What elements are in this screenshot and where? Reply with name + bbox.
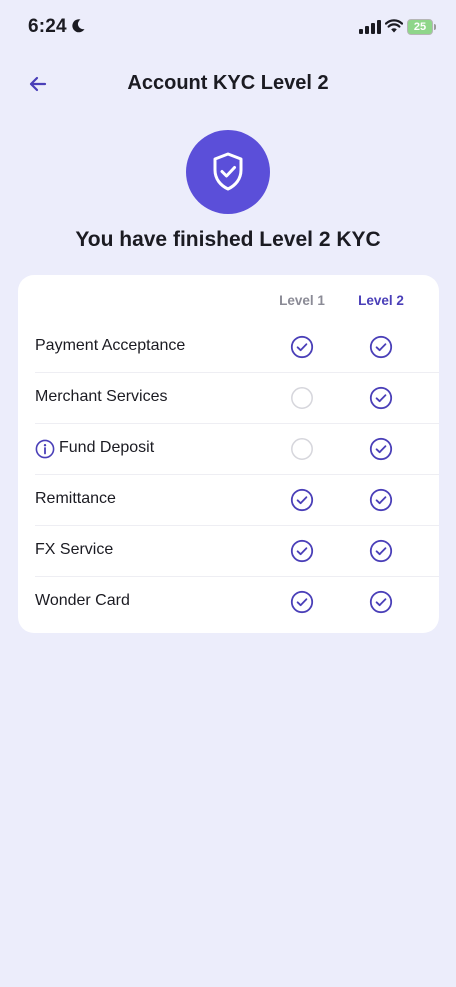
table-row-remittance: Remittance xyxy=(18,475,439,526)
feature-label: Fund Deposit xyxy=(59,439,155,456)
table-row-fund-deposit: Fund Deposit xyxy=(18,424,439,475)
level-1-empty-circle-icon xyxy=(290,386,314,410)
feature-label: Payment Acceptance xyxy=(35,337,186,354)
table-row-merchant-services: Merchant Services xyxy=(18,373,439,424)
status-bar: 6:24 25 xyxy=(0,0,456,54)
level-2-check-icon xyxy=(369,539,393,563)
table-row-payment-acceptance: Payment Acceptance xyxy=(18,322,439,373)
table-row-wonder-card: Wonder Card xyxy=(18,577,439,628)
level-1-check-icon xyxy=(290,488,314,512)
feature-label: Merchant Services xyxy=(35,388,168,405)
wifi-icon xyxy=(385,19,403,33)
column-header-level-2: Level 2 xyxy=(358,293,404,308)
level-2-check-icon xyxy=(369,590,393,614)
info-icon[interactable] xyxy=(35,439,55,459)
moon-icon xyxy=(72,19,85,33)
level-1-check-icon xyxy=(290,539,314,563)
kyc-feature-table: Level 1 Level 2 Payment Acceptance Merch… xyxy=(18,275,439,633)
feature-label: FX Service xyxy=(35,541,114,558)
column-header-level-1: Level 1 xyxy=(279,293,325,308)
completion-message: You have finished Level 2 KYC xyxy=(75,228,381,251)
level-1-check-icon xyxy=(290,590,314,614)
level-2-check-icon xyxy=(369,437,393,461)
battery-icon: 25 xyxy=(407,19,437,35)
signal-icon xyxy=(359,20,381,34)
feature-label: Wonder Card xyxy=(35,592,130,609)
kyc-badge xyxy=(186,130,270,214)
battery-level: 25 xyxy=(407,19,433,35)
table-row-fx-service: FX Service xyxy=(18,526,439,577)
level-2-check-icon xyxy=(369,488,393,512)
kyc-screen: 6:24 25 Account KYC Level 2 You have fin… xyxy=(0,0,456,987)
battery-cap xyxy=(434,24,436,30)
status-time: 6:24 xyxy=(28,16,67,37)
page-title: Account KYC Level 2 xyxy=(127,72,329,94)
feature-label: Remittance xyxy=(35,490,116,507)
level-1-empty-circle-icon xyxy=(290,437,314,461)
level-2-check-icon xyxy=(369,335,393,359)
shield-check-icon xyxy=(213,152,243,191)
level-2-check-icon xyxy=(369,386,393,410)
level-1-check-icon xyxy=(290,335,314,359)
